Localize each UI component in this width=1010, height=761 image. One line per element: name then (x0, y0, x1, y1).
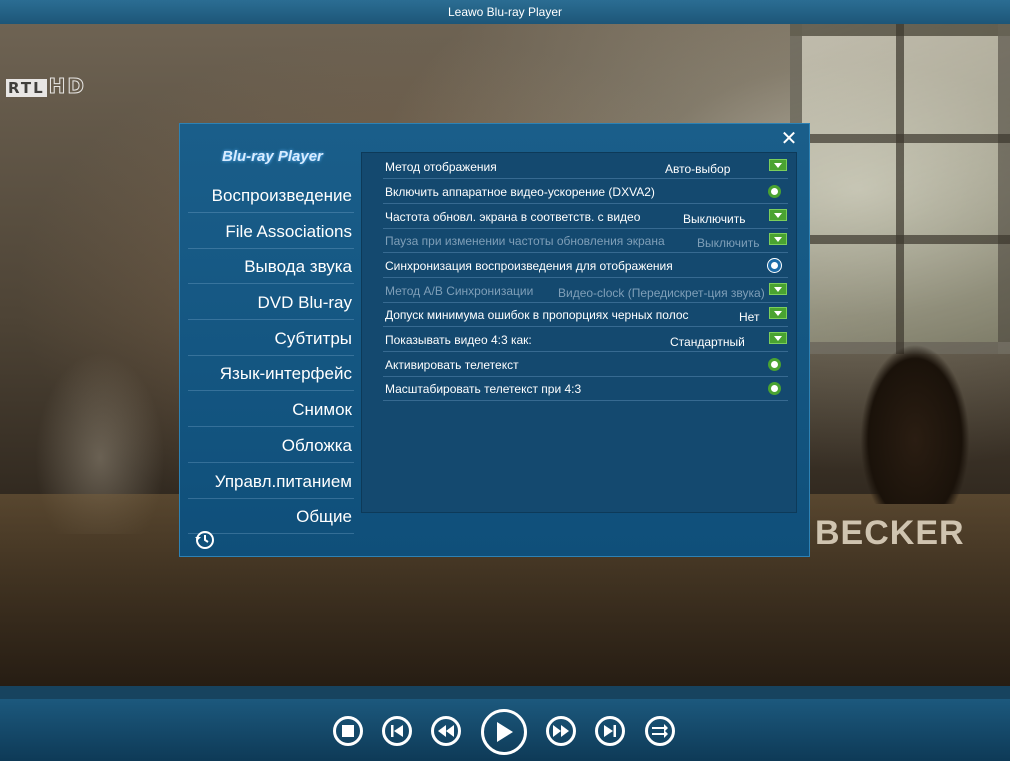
next-icon (604, 725, 616, 737)
dropdown-arrow-icon[interactable] (769, 283, 787, 295)
setting-label: Масштабировать телетекст при 4:3 (385, 382, 582, 396)
settings-dialog: ✕ Blu-ray Player Воспроизведение File Ass… (179, 123, 810, 557)
background-window (790, 24, 1010, 354)
setting-row: Активировать телетекст (383, 353, 788, 377)
playlist-button[interactable] (645, 716, 675, 746)
stop-button[interactable] (333, 716, 363, 746)
sidebar-item[interactable]: File Associations (188, 215, 354, 249)
next-button[interactable] (595, 716, 625, 746)
setting-label: Показывать видео 4:3 как: (385, 333, 532, 347)
sidebar-item[interactable]: Снимок (188, 393, 354, 428)
setting-row: Масштабировать телетекст при 4:3 (383, 377, 788, 401)
title-bar: Leawo Blu-ray Player (0, 0, 1010, 24)
fast-forward-icon (553, 725, 569, 737)
playback-controls (0, 686, 1010, 761)
setting-label: Метод отображения (385, 160, 497, 174)
setting-label: Пауза при изменении частоты обновления э… (385, 234, 665, 248)
close-icon: ✕ (780, 128, 798, 150)
stop-icon (342, 725, 354, 737)
setting-value[interactable]: Выключить (697, 236, 759, 250)
channel-logo: RTL HD (6, 74, 87, 99)
settings-sidebar: Воспроизведение File Associations Вывода з… (188, 179, 354, 536)
setting-row: Частота обновл. экрана в соответств. с в… (383, 205, 788, 229)
fast-forward-button[interactable] (546, 716, 576, 746)
setting-row: Метод отображения Авто-выбор (383, 155, 788, 179)
channel-logo-hd: HD (48, 74, 87, 99)
sidebar-item[interactable]: Субтитры (188, 322, 354, 356)
window-title: Leawo Blu-ray Player (447, 5, 563, 19)
seek-bar[interactable] (0, 686, 1010, 699)
dropdown-arrow-icon[interactable] (769, 233, 787, 245)
setting-row: Включить аппаратное видео-ускорение (DXV… (383, 180, 788, 204)
rewind-icon (438, 725, 454, 737)
setting-label: Синхронизация воспроизведения для отобра… (385, 259, 673, 273)
setting-label: Частота обновл. экрана в соответств. с в… (385, 210, 641, 224)
channel-logo-box: RTL (6, 79, 47, 97)
play-button[interactable] (481, 709, 527, 755)
dropdown-arrow-icon[interactable] (769, 209, 787, 221)
settings-panel: Метод отображения Авто-выбор Включить аппа… (361, 152, 797, 513)
video-overlay-text: BECKER (815, 514, 965, 552)
setting-value[interactable]: Нет (739, 310, 759, 324)
close-button[interactable]: ✕ (778, 128, 800, 150)
dropdown-arrow-icon[interactable] (769, 159, 787, 171)
previous-icon (391, 725, 403, 737)
sidebar-item[interactable]: Язык-интерфейс (188, 357, 354, 392)
sidebar-item[interactable]: Вывода звука (188, 250, 354, 285)
toggle-radio[interactable] (768, 185, 781, 198)
reset-defaults-icon[interactable] (194, 529, 216, 551)
sidebar-item[interactable]: Обложка (188, 429, 354, 463)
toggle-radio[interactable] (768, 382, 781, 395)
dialog-brand: Blu-ray Player (222, 148, 323, 165)
toggle-radio[interactable] (768, 259, 781, 272)
dropdown-arrow-icon[interactable] (769, 332, 787, 344)
sidebar-item[interactable]: Управл.питанием (188, 465, 354, 499)
setting-value[interactable]: Выключить (683, 212, 745, 226)
setting-row: Показывать видео 4:3 как: Стандартный (383, 328, 788, 352)
play-icon (497, 722, 513, 742)
rewind-button[interactable] (431, 716, 461, 746)
setting-row: Синхронизация воспроизведения для отобра… (383, 254, 788, 278)
setting-row: Допуск минимума ошибок в пропорциях черн… (383, 303, 788, 327)
setting-label: Активировать телетекст (385, 358, 519, 372)
setting-label: Метод A/B Синхронизации (385, 284, 534, 298)
previous-button[interactable] (382, 716, 412, 746)
setting-value[interactable]: Стандартный (670, 335, 745, 349)
setting-label: Включить аппаратное видео-ускорение (DXV… (385, 185, 655, 199)
setting-value[interactable]: Авто-выбор (665, 162, 730, 176)
setting-label: Допуск минимума ошибок в пропорциях черн… (385, 308, 689, 322)
sidebar-item[interactable]: DVD Blu-ray (188, 286, 354, 321)
dropdown-arrow-icon[interactable] (769, 307, 787, 319)
setting-row: Пауза при изменении частоты обновления э… (383, 229, 788, 253)
playlist-icon (652, 724, 668, 738)
setting-row: Метод A/B Синхронизации Видео-clock (Пере… (383, 279, 788, 303)
setting-value[interactable]: Видео-clock (Передискрет-ция звука) (558, 286, 765, 300)
toggle-radio[interactable] (768, 358, 781, 371)
background-lamp (860, 344, 970, 504)
sidebar-item[interactable]: Воспроизведение (188, 179, 354, 213)
